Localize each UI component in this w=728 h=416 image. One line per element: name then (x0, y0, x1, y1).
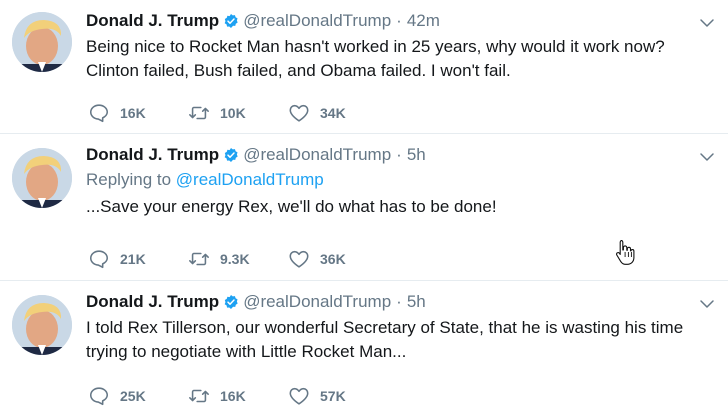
like-count: 36K (320, 251, 346, 267)
reply-count: 16K (120, 105, 146, 121)
like-button[interactable]: 57K (288, 385, 388, 407)
replying-to-handle-link[interactable]: @realDonaldTrump (176, 170, 324, 189)
replying-to-label: Replying to (86, 170, 176, 189)
separator-dot: · (396, 11, 402, 30)
reply-button[interactable]: 25K (88, 385, 188, 407)
reply-icon (89, 104, 109, 123)
tweet-actions: 21K 9.3K 36K (88, 248, 388, 270)
reply-icon (89, 250, 109, 269)
author-handle[interactable]: @realDonaldTrump (243, 292, 391, 312)
tweet-actions: 16K 10K 34K (88, 102, 388, 124)
verified-badge-icon (224, 14, 238, 28)
avatar-image (12, 148, 72, 208)
avatar[interactable] (12, 12, 72, 72)
retweet-button[interactable]: 9.3K (188, 248, 288, 270)
retweet-count: 10K (220, 105, 246, 121)
replying-to: Replying to @realDonaldTrump (86, 170, 688, 192)
like-button[interactable]: 34K (288, 102, 388, 124)
avatar-image (12, 12, 72, 72)
reply-count: 21K (120, 251, 146, 267)
like-count: 34K (320, 105, 346, 121)
reply-icon (89, 387, 109, 406)
timestamp[interactable]: 42m (407, 11, 440, 31)
tweet-content: Donald J. Trump @realDonaldTrump · 5h Re… (86, 144, 688, 219)
tweet-header: Donald J. Trump @realDonaldTrump · 5h (86, 144, 688, 166)
retweet-count: 16K (220, 388, 246, 404)
retweet-button[interactable]: 10K (188, 102, 288, 124)
reply-button[interactable]: 21K (88, 248, 188, 270)
tweet[interactable]: Donald J. Trump @realDonaldTrump · 42m B… (0, 0, 728, 134)
avatar[interactable] (12, 295, 72, 355)
reply-button[interactable]: 16K (88, 102, 188, 124)
author-handle[interactable]: @realDonaldTrump (243, 11, 391, 31)
separator-dot: · (396, 292, 402, 311)
heart-icon (289, 387, 309, 405)
like-count: 57K (320, 388, 346, 404)
avatar-image (12, 295, 72, 355)
tweet-header: Donald J. Trump @realDonaldTrump · 42m (86, 10, 688, 32)
retweet-icon (189, 252, 209, 266)
avatar[interactable] (12, 148, 72, 208)
separator-dot: · (396, 145, 402, 164)
tweet-content: Donald J. Trump @realDonaldTrump · 5h I … (86, 291, 688, 364)
author-handle[interactable]: @realDonaldTrump (243, 145, 391, 165)
retweet-button[interactable]: 16K (188, 385, 288, 407)
tweet-text: I told Rex Tillerson, our wonderful Secr… (86, 318, 684, 361)
heart-icon (289, 250, 309, 268)
chevron-down-icon[interactable] (698, 295, 716, 313)
chevron-down-icon[interactable] (698, 14, 716, 32)
verified-badge-icon (224, 295, 238, 309)
tweet-header: Donald J. Trump @realDonaldTrump · 5h (86, 291, 688, 313)
tweet[interactable]: Donald J. Trump @realDonaldTrump · 5h I … (0, 281, 728, 416)
tweet-timeline: Donald J. Trump @realDonaldTrump · 42m B… (0, 0, 728, 416)
author-name[interactable]: Donald J. Trump (86, 292, 219, 312)
retweet-icon (189, 106, 209, 120)
retweet-count: 9.3K (220, 251, 250, 267)
author-name[interactable]: Donald J. Trump (86, 145, 219, 165)
author-name[interactable]: Donald J. Trump (86, 11, 219, 31)
chevron-down-icon[interactable] (698, 148, 716, 166)
retweet-icon (189, 389, 209, 403)
tweet-content: Donald J. Trump @realDonaldTrump · 42m B… (86, 10, 688, 83)
tweet-text: Being nice to Rocket Man hasn't worked i… (86, 37, 665, 80)
timestamp[interactable]: 5h (407, 145, 426, 165)
reply-count: 25K (120, 388, 146, 404)
hand-pointer-icon (616, 239, 635, 265)
timestamp[interactable]: 5h (407, 292, 426, 312)
heart-icon (289, 104, 309, 122)
like-button[interactable]: 36K (288, 248, 388, 270)
tweet-actions: 25K 16K 57K (88, 385, 388, 407)
verified-badge-icon (224, 148, 238, 162)
tweet-text: ...Save your energy Rex, we'll do what h… (86, 197, 497, 216)
